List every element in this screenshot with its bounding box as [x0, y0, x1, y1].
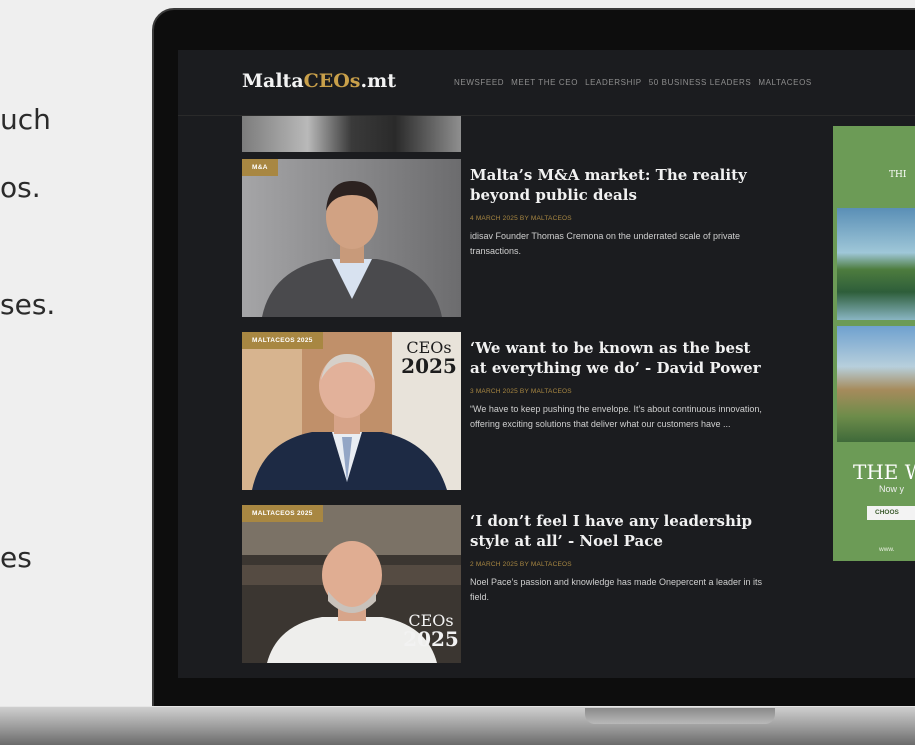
logo-suffix-text: .mt [360, 70, 397, 92]
article-excerpt: Noel Pace’s passion and knowledge has ma… [470, 577, 763, 602]
ad-image-pool [837, 208, 915, 320]
article-title[interactable]: ‘We want to be known as the best at ever… [470, 338, 762, 378]
ad-image-town [837, 326, 915, 442]
sidebar-ad[interactable]: THI THE W Now y CHOOS www. [833, 126, 915, 561]
article-thumbnail[interactable]: MALTACEOS 2025 CEOs 2025 [242, 332, 461, 490]
article-excerpt: idisav Founder Thomas Cremona on the und… [470, 231, 740, 256]
page-text-fragment: uch [0, 103, 51, 136]
nav-maltaceos[interactable]: MALTACEOS [758, 78, 812, 87]
ad-heading: THI [889, 170, 907, 180]
main-nav: NEWSFEED MEET THE CEO LEADERSHIP 50 BUSI… [454, 78, 812, 87]
ad-choose-button[interactable]: CHOOS [867, 506, 915, 520]
portrait-photo [242, 159, 461, 317]
category-tag[interactable]: MALTACEOS 2025 [242, 505, 323, 522]
laptop-screen: MaltaCEOs.mt NEWSFEED MEET THE CEO LEADE… [178, 50, 915, 678]
article-excerpt: “We have to keep pushing the envelope. I… [470, 404, 762, 429]
page-text-fragment: ses. [0, 288, 56, 321]
site-logo[interactable]: MaltaCEOs.mt [242, 70, 396, 92]
article-thumbnail[interactable]: MALTACEOS 2025 CEOs 2025 [242, 505, 461, 663]
ceos-2025-badge: CEOs 2025 [400, 340, 458, 378]
previous-article-thumbnail[interactable] [242, 116, 461, 152]
nav-50-business-leaders[interactable]: 50 BUSINESS LEADERS [649, 78, 752, 87]
article-meta: 3 MARCH 2025 BY MALTACEOS [470, 388, 572, 395]
nav-leadership[interactable]: LEADERSHIP [585, 78, 642, 87]
article-title[interactable]: ‘I don’t feel I have any leadership styl… [470, 511, 762, 551]
badge-line2: 2025 [403, 627, 459, 651]
article-thumbnail[interactable]: M&A [242, 159, 461, 317]
article-meta: 2 MARCH 2025 BY MALTACEOS [470, 561, 572, 568]
ceos-2025-badge: CEOs 2025 [402, 613, 460, 651]
ad-url: www. [879, 546, 895, 553]
ad-title: THE W [853, 460, 915, 484]
site-header: MaltaCEOs.mt NEWSFEED MEET THE CEO LEADE… [178, 50, 915, 116]
nav-newsfeed[interactable]: NEWSFEED [454, 78, 504, 87]
logo-accent-text: CEOs [303, 70, 361, 92]
nav-meet-the-ceo[interactable]: MEET THE CEO [511, 78, 578, 87]
category-tag[interactable]: MALTACEOS 2025 [242, 332, 323, 349]
article-title[interactable]: Malta’s M&A market: The reality beyond p… [470, 165, 762, 205]
page-text-fragment: os. [0, 171, 41, 204]
laptop-base [0, 706, 915, 745]
page-text-fragment: es [0, 541, 32, 574]
badge-line2: 2025 [401, 354, 457, 378]
laptop-hinge-notch [585, 708, 775, 724]
logo-text: Malta [242, 70, 304, 92]
article-meta: 4 MARCH 2025 BY MALTACEOS [470, 215, 572, 222]
ad-subtitle: Now y [879, 484, 905, 494]
category-tag[interactable]: M&A [242, 159, 278, 176]
page: uch os. ses. es MaltaCEOs.mt NEWSFEED ME… [0, 0, 915, 745]
